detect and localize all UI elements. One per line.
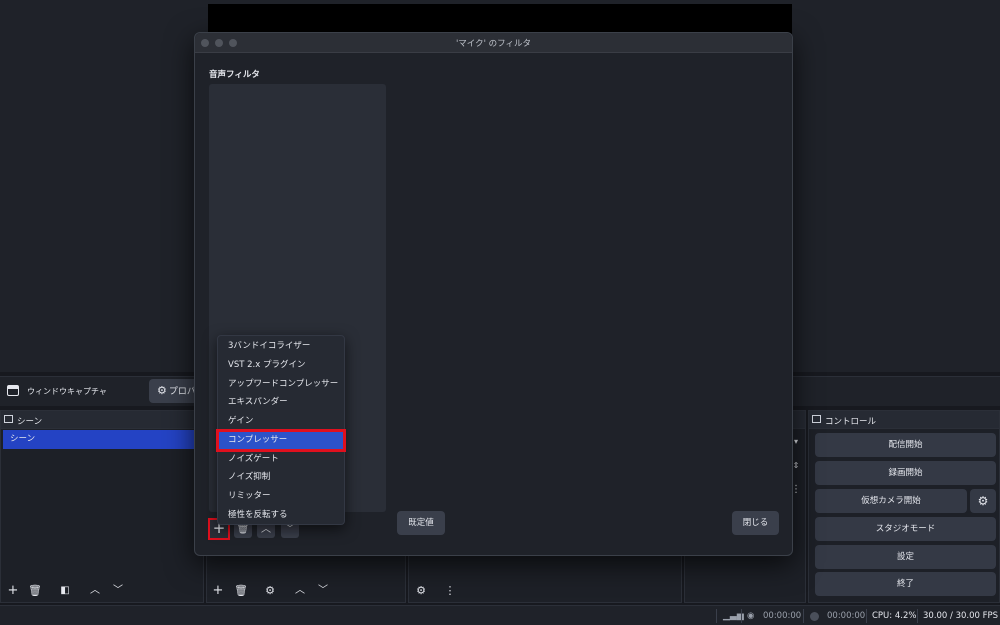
move-scene-down-icon[interactable]: ﹀ — [109, 582, 127, 600]
scenes-dock-title: シーン — [17, 417, 43, 427]
menu-item-upward-compressor[interactable]: アップワードコンプレッサー — [218, 375, 344, 394]
add-scene-icon[interactable]: + — [4, 582, 22, 600]
stream-time: 00:00:00 — [763, 611, 802, 621]
close-button[interactable]: 閉じる — [732, 511, 779, 535]
add-filter-menu: 3バンドイコライザー VST 2.x プラグイン アップワードコンプレッサー エ… — [216, 335, 346, 525]
status-divider — [866, 609, 867, 623]
move-source-down-icon[interactable]: ﹀ — [314, 582, 332, 600]
move-scene-up-icon[interactable]: ︿ — [86, 582, 104, 600]
defaults-button[interactable]: 既定値 — [397, 511, 445, 535]
scene-item[interactable]: シーン — [3, 430, 201, 449]
selected-source-name: ウィンドウキャプチャ — [27, 387, 107, 396]
virtual-camera-settings-icon[interactable]: ⚙ — [970, 489, 996, 513]
source-properties-icon[interactable]: ⚙ — [261, 582, 279, 600]
controls-dock: コントロール 配信開始 録画開始 仮想カメラ開始 ⚙ スタジオモード 設定 終了 — [808, 410, 1000, 603]
menu-item-invert-polarity[interactable]: 極性を反転する — [218, 506, 344, 525]
advanced-audio-icon[interactable]: ⚙ — [412, 582, 430, 600]
menu-item-limiter[interactable]: リミッター — [218, 487, 344, 506]
start-recording-button[interactable]: 録画開始 — [815, 461, 996, 485]
scenes-dock-header: シーン — [1, 411, 203, 429]
window-capture-icon — [7, 385, 19, 396]
mixer-menu-icon[interactable]: ⋮ — [441, 582, 459, 600]
record-dot-icon — [810, 612, 819, 621]
stream-icon: ◉ — [747, 611, 755, 621]
menu-item-expander[interactable]: エキスパンダー — [218, 393, 344, 412]
audio-filters-label: 音声フィルタ — [209, 70, 260, 80]
exit-button[interactable]: 終了 — [815, 572, 996, 596]
add-source-icon[interactable]: + — [209, 582, 227, 600]
dialog-title: 'マイク' のフィルタ — [455, 39, 532, 49]
status-divider — [803, 609, 804, 623]
remove-scene-icon[interactable]: 🗑 — [26, 582, 44, 600]
menu-item-vst-plugin[interactable]: VST 2.x プラグイン — [218, 356, 344, 375]
dock-float-icon[interactable] — [4, 415, 13, 423]
dialog-titlebar[interactable]: 'マイク' のフィルタ — [195, 33, 792, 53]
status-bar: ▁▃▅ ◉ 00:00:00 00:00:00 CPU: 4.2% 30.00 … — [0, 605, 1000, 625]
record-time: 00:00:00 — [827, 611, 866, 621]
scenes-dock: シーン シーン + 🗑 ◧ ︿ ﹀ — [0, 410, 204, 603]
cpu-usage: CPU: 4.2% — [872, 611, 917, 621]
fps-readout: 30.00 / 30.00 FPS — [923, 611, 999, 621]
remove-source-icon[interactable]: 🗑 — [232, 582, 250, 600]
start-streaming-button[interactable]: 配信開始 — [815, 433, 996, 457]
menu-item-gain[interactable]: ゲイン — [218, 412, 344, 431]
menu-item-noise-gate[interactable]: ノイズゲート — [218, 450, 344, 469]
properties-label: プロパ — [168, 387, 196, 397]
status-divider — [716, 609, 717, 623]
menu-item-3band-eq[interactable]: 3バンドイコライザー — [218, 337, 344, 356]
settings-button[interactable]: 設定 — [815, 545, 996, 569]
move-source-up-icon[interactable]: ︿ — [291, 582, 309, 600]
controls-dock-title: コントロール — [825, 417, 877, 427]
controls-dock-header: コントロール — [809, 411, 999, 429]
dock-float-icon[interactable] — [812, 415, 821, 423]
scene-filter-icon[interactable]: ◧ — [56, 582, 74, 600]
status-divider — [741, 609, 742, 623]
menu-item-noise-suppression[interactable]: ノイズ抑制 — [218, 468, 344, 487]
menu-item-compressor[interactable]: コンプレッサー — [216, 429, 346, 452]
status-divider — [917, 609, 918, 623]
studio-mode-button[interactable]: スタジオモード — [815, 517, 996, 541]
gear-icon: ⚙ — [157, 384, 167, 397]
start-virtual-camera-button[interactable]: 仮想カメラ開始 — [815, 489, 967, 513]
